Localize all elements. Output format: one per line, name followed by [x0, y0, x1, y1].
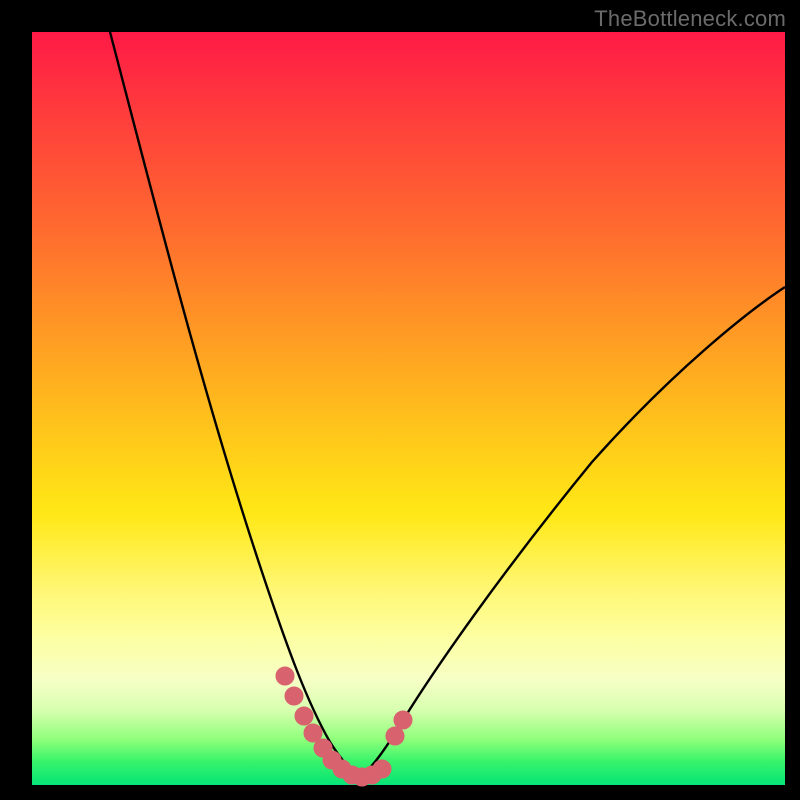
curve-right	[360, 287, 785, 777]
plot-area	[32, 32, 785, 785]
chart-frame: TheBottleneck.com	[0, 0, 800, 800]
curve-left	[110, 32, 360, 777]
chart-svg	[32, 32, 785, 785]
watermark-text: TheBottleneck.com	[594, 6, 786, 32]
marker-cluster	[276, 667, 412, 786]
